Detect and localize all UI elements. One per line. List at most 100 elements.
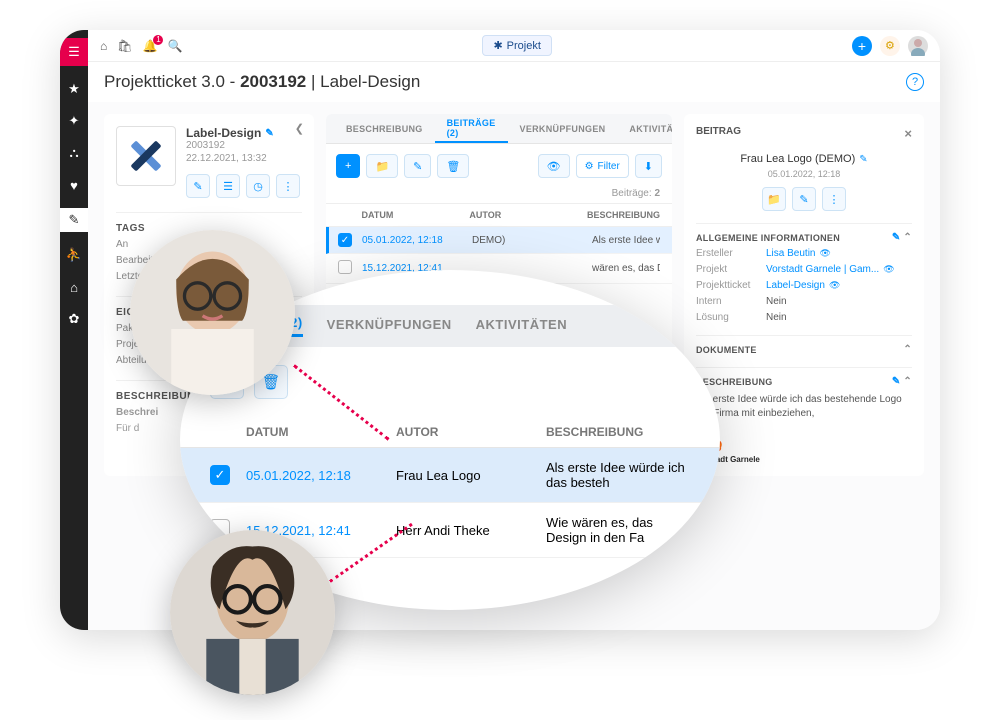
detail-panel: BEITRAG × Frau Lea Logo (DEMO) ✎ 05.01.2…: [684, 114, 924, 476]
zoom-tab-verknuepfungen[interactable]: VERKNÜPFUNGEN: [327, 317, 452, 336]
edit-button[interactable]: ✎: [404, 154, 431, 178]
project-pill[interactable]: ✱ Projekt: [482, 35, 551, 56]
tabs-bar: BESCHREIBUNG BEITRÄGE (2) VERKNÜPFUNGEN …: [326, 114, 672, 144]
rail-puzzle-icon[interactable]: ✦: [65, 112, 83, 130]
detail-actions: 📁 ✎ ⋮: [696, 187, 912, 211]
zoom-row[interactable]: ✓ 05.01.2022, 12:18 Frau Lea Logo Als er…: [180, 448, 720, 503]
ticket-actions: ✎ ☰ ◷ ⋮: [186, 174, 302, 198]
person-avatar-1: [130, 230, 295, 395]
cart-icon[interactable]: 🛍: [117, 39, 132, 53]
tab-beschreibung[interactable]: BESCHREIBUNG: [334, 114, 435, 143]
action-more-button[interactable]: ⋮: [276, 174, 300, 198]
edit-detail-icon[interactable]: ✎: [859, 154, 867, 165]
chevron-up-icon[interactable]: ⌃: [903, 232, 912, 243]
page-title-id: 2003192: [240, 72, 306, 91]
detail-folder-button[interactable]: 📁: [762, 187, 786, 211]
tab-beitraege[interactable]: BEITRÄGE (2): [435, 114, 508, 143]
zoom-row-author: Frau Lea Logo: [396, 468, 546, 483]
row-checkbox[interactable]: ✓: [338, 233, 352, 247]
zoom-checkbox[interactable]: ✓: [210, 465, 230, 485]
info-ersteller: Ersteller Lisa Beutin 👁: [696, 248, 912, 259]
bell-icon[interactable]: 🔔1: [142, 39, 157, 53]
table-row[interactable]: ✓ 05.01.2022, 12:18 DEMO) Als erste Idee…: [326, 227, 672, 254]
help-button[interactable]: ?: [906, 73, 924, 91]
zoom-tab-aktivitaeten[interactable]: AKTIVITÄTEN: [476, 317, 567, 336]
user-avatar[interactable]: [908, 36, 928, 56]
page-title-row: Projektticket 3.0 - 2003192 | Label-Desi…: [88, 62, 940, 102]
person-avatar-2: [170, 530, 335, 695]
row-desc: wären es, das Design in den I: [592, 263, 660, 274]
add-post-button[interactable]: +: [336, 154, 360, 178]
row-desc: Als erste Idee würde ich das beste: [592, 235, 660, 246]
rail-tag-icon[interactable]: ⛬: [65, 144, 83, 162]
section-dokumente: DOKUMENTE ⌃: [696, 335, 912, 355]
table-header: DATUM AUTOR BESCHREIBUNG: [326, 203, 672, 227]
chevron-up-icon[interactable]: ⌃: [903, 344, 912, 355]
eye-icon[interactable]: 👁: [829, 280, 840, 291]
rail-edit-icon[interactable]: ✎: [60, 208, 88, 232]
row-author: DEMO): [472, 235, 592, 246]
chevron-up-icon[interactable]: ⌃: [903, 376, 912, 387]
avatar-placeholder-icon: [908, 36, 928, 56]
ticket-date: 22.12.2021, 13:32: [186, 153, 302, 164]
add-button[interactable]: +: [852, 36, 872, 56]
edit-title-icon[interactable]: ✎: [265, 128, 273, 139]
edit-section-icon[interactable]: ✎: [892, 376, 901, 387]
detail-date: 05.01.2022, 12:18: [696, 169, 912, 179]
col-datum: DATUM: [362, 210, 470, 220]
eye-icon[interactable]: 👁: [819, 248, 830, 259]
page-title-name: | Label-Design: [306, 72, 420, 91]
edit-section-icon[interactable]: ✎: [892, 232, 901, 243]
top-bar: ⌂ 🛍 🔔1 🔍 ✱ Projekt + ⚙: [88, 30, 940, 62]
zoom-col-autor: AUTOR: [396, 425, 546, 439]
settings-button[interactable]: ⚙: [880, 36, 900, 56]
detail-header: BEITRAG ×: [696, 126, 912, 141]
zoom-row-desc: Wie wären es, das Design in den Fa: [546, 515, 690, 545]
ticket-thumbnail: [116, 126, 176, 186]
folder-button[interactable]: 📁: [366, 154, 398, 178]
search-icon[interactable]: 🔍: [167, 39, 182, 53]
home-icon[interactable]: ⌂: [100, 39, 107, 53]
info-ticket: Projektticket Label-Design 👁: [696, 280, 912, 291]
tab-aktivitaeten[interactable]: AKTIVITÄTEN: [617, 114, 672, 143]
zoom-row-author: Herr Andi Theke: [396, 523, 546, 538]
detail-title-area: Frau Lea Logo (DEMO) ✎ 05.01.2022, 12:18…: [696, 149, 912, 211]
ticket-id: 2003192: [186, 140, 302, 151]
col-autor: AUTOR: [469, 210, 587, 220]
page-title-prefix: Projektticket 3.0 -: [104, 72, 240, 91]
puzzle-icon: ✱: [493, 39, 502, 52]
eye-icon[interactable]: 👁: [883, 264, 894, 275]
rail-star-icon[interactable]: ★: [65, 80, 83, 98]
posts-count: Beiträge: 2: [326, 188, 672, 203]
collapse-left-icon[interactable]: ❮: [295, 122, 304, 135]
view-button[interactable]: 👁: [538, 154, 570, 178]
filter-button[interactable]: ⚙ Filter: [576, 154, 629, 178]
delete-button[interactable]: 🗑: [437, 154, 469, 178]
rail-home-icon[interactable]: ⌂: [65, 278, 83, 296]
filter-label: Filter: [598, 161, 620, 172]
detail-more-button[interactable]: ⋮: [822, 187, 846, 211]
posts-toolbar: + 📁 ✎ 🗑 👁 ⚙ Filter ⬇: [326, 144, 672, 188]
filter-icon: ⚙: [585, 161, 594, 172]
action-list-button[interactable]: ☰: [216, 174, 240, 198]
page-title: Projektticket 3.0 - 2003192 | Label-Desi…: [104, 72, 420, 92]
tab-verknuepfungen[interactable]: VERKNÜPFUNGEN: [508, 114, 618, 143]
zoom-col-beschreibung: BESCHREIBUNG: [546, 425, 690, 439]
action-edit-button[interactable]: ✎: [186, 174, 210, 198]
row-checkbox[interactable]: [338, 260, 352, 274]
rail-people-icon[interactable]: ⛹: [65, 246, 83, 264]
rail-gear-icon[interactable]: ✿: [65, 310, 83, 328]
close-icon[interactable]: ×: [904, 126, 912, 141]
ticket-header: Label-Design ✎ 2003192 22.12.2021, 13:32…: [116, 126, 302, 198]
download-button[interactable]: ⬇: [635, 154, 662, 178]
rail-heart-icon[interactable]: ♥: [65, 176, 83, 194]
detail-title: Frau Lea Logo (DEMO) ✎: [740, 153, 867, 165]
detail-edit-button[interactable]: ✎: [792, 187, 816, 211]
ticket-title: Label-Design ✎: [186, 126, 302, 140]
rail-menu-button[interactable]: ☰: [60, 38, 88, 66]
action-clock-button[interactable]: ◷: [246, 174, 270, 198]
ticket-meta: Label-Design ✎ 2003192 22.12.2021, 13:32…: [186, 126, 302, 198]
top-right-actions: + ⚙: [852, 36, 928, 56]
avatar-illustration: [170, 530, 335, 695]
notification-badge: 1: [153, 35, 163, 45]
